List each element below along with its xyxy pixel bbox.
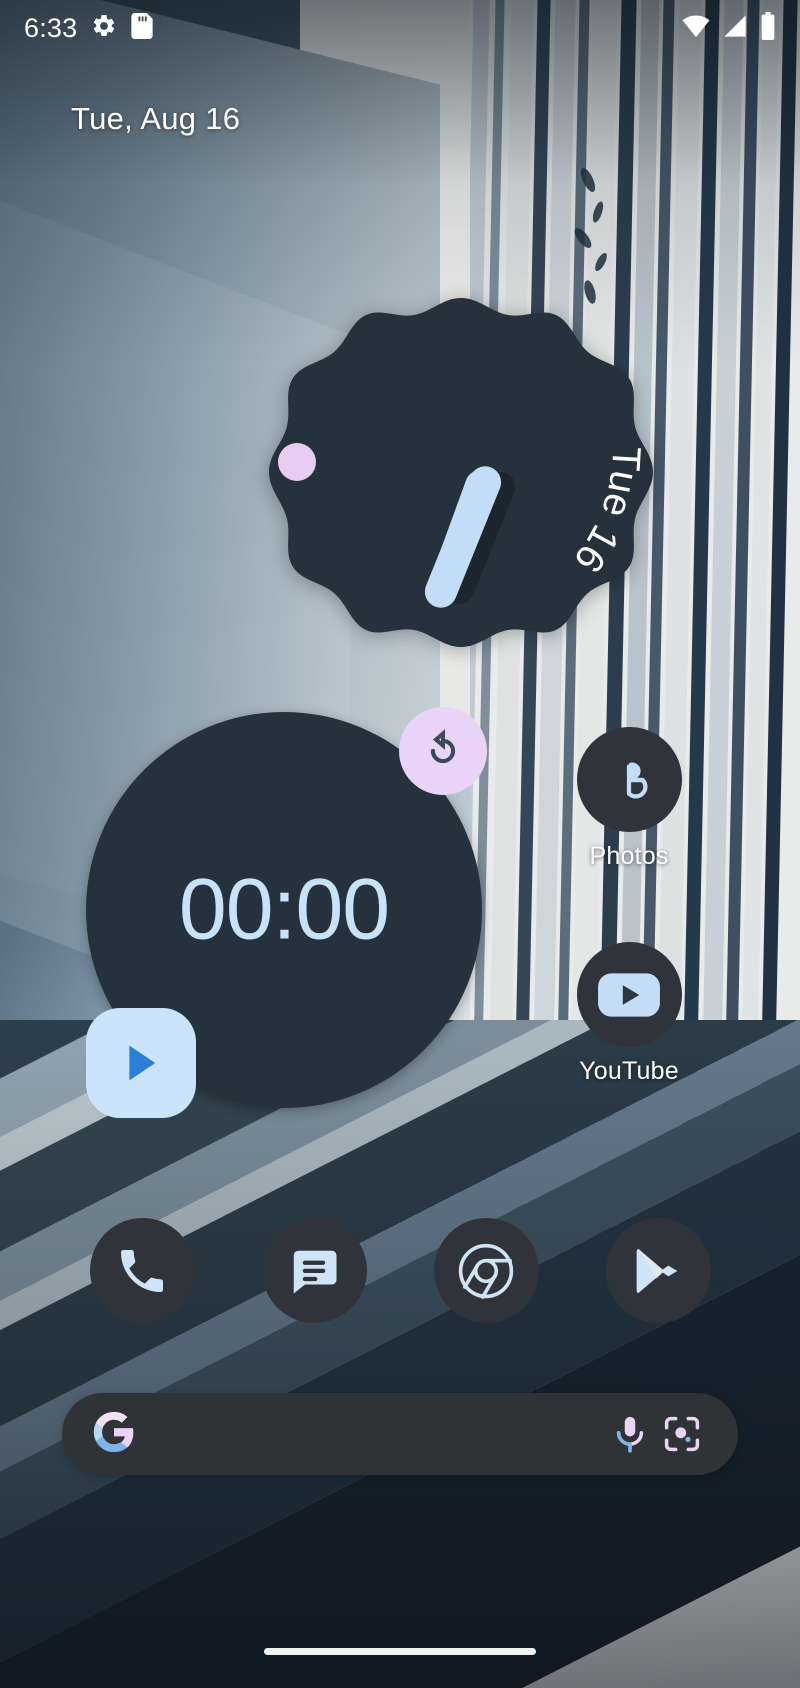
status-bar-left: 6:33	[24, 12, 153, 44]
dock-item-messages[interactable]	[261, 1218, 367, 1323]
status-bar[interactable]: 6:33	[0, 0, 800, 56]
phone-icon	[121, 1249, 163, 1292]
app-icon-youtube[interactable]: YouTube	[549, 942, 709, 1086]
photos-pinwheel-icon	[626, 762, 648, 798]
cell-signal-icon	[722, 14, 748, 43]
microphone-icon[interactable]	[604, 1408, 656, 1460]
app-icon-photos[interactable]: Photos	[549, 727, 709, 871]
google-g-icon	[92, 1410, 136, 1459]
search-bar[interactable]	[62, 1393, 738, 1475]
stopwatch-time: 00:00	[178, 861, 390, 958]
battery-icon	[760, 11, 776, 45]
youtube-play-icon	[598, 972, 660, 1017]
app-label-photos: Photos	[589, 842, 669, 870]
wifi-icon	[682, 14, 710, 43]
analog-clock-widget[interactable]: Tue 16	[261, 272, 661, 672]
clock-date-text: Tue 16	[566, 445, 649, 580]
app-label-youtube: YouTube	[579, 1057, 679, 1085]
date-widget-text: Tue, Aug 16	[71, 101, 241, 136]
date-widget[interactable]: Tue, Aug 16	[71, 101, 240, 137]
stopwatch-reset-button[interactable]	[399, 707, 487, 795]
chrome-icon	[458, 1243, 514, 1299]
clock-hour-marker	[278, 443, 316, 481]
stopwatch-widget[interactable]: 00:00	[86, 707, 487, 1118]
youtube-icon-background	[576, 942, 682, 1047]
reset-icon	[430, 729, 456, 764]
home-gesture-pill[interactable]	[264, 1648, 536, 1655]
clock-face: Tue 16	[278, 443, 649, 608]
stopwatch-play-button[interactable]	[86, 1008, 196, 1118]
sd-card-icon	[131, 12, 153, 44]
messages-icon	[293, 1250, 337, 1293]
photos-icon-background	[576, 727, 682, 832]
play-store-icon	[636, 1248, 678, 1293]
google-lens-icon[interactable]	[656, 1408, 708, 1460]
dock-item-play-store[interactable]	[605, 1218, 711, 1323]
dock-item-phone[interactable]	[89, 1218, 195, 1323]
status-bar-right	[682, 11, 776, 45]
play-icon	[129, 1045, 156, 1081]
gear-icon	[91, 13, 117, 44]
dock	[0, 1218, 800, 1328]
dock-item-chrome[interactable]	[433, 1218, 539, 1323]
status-bar-clock: 6:33	[24, 12, 78, 43]
